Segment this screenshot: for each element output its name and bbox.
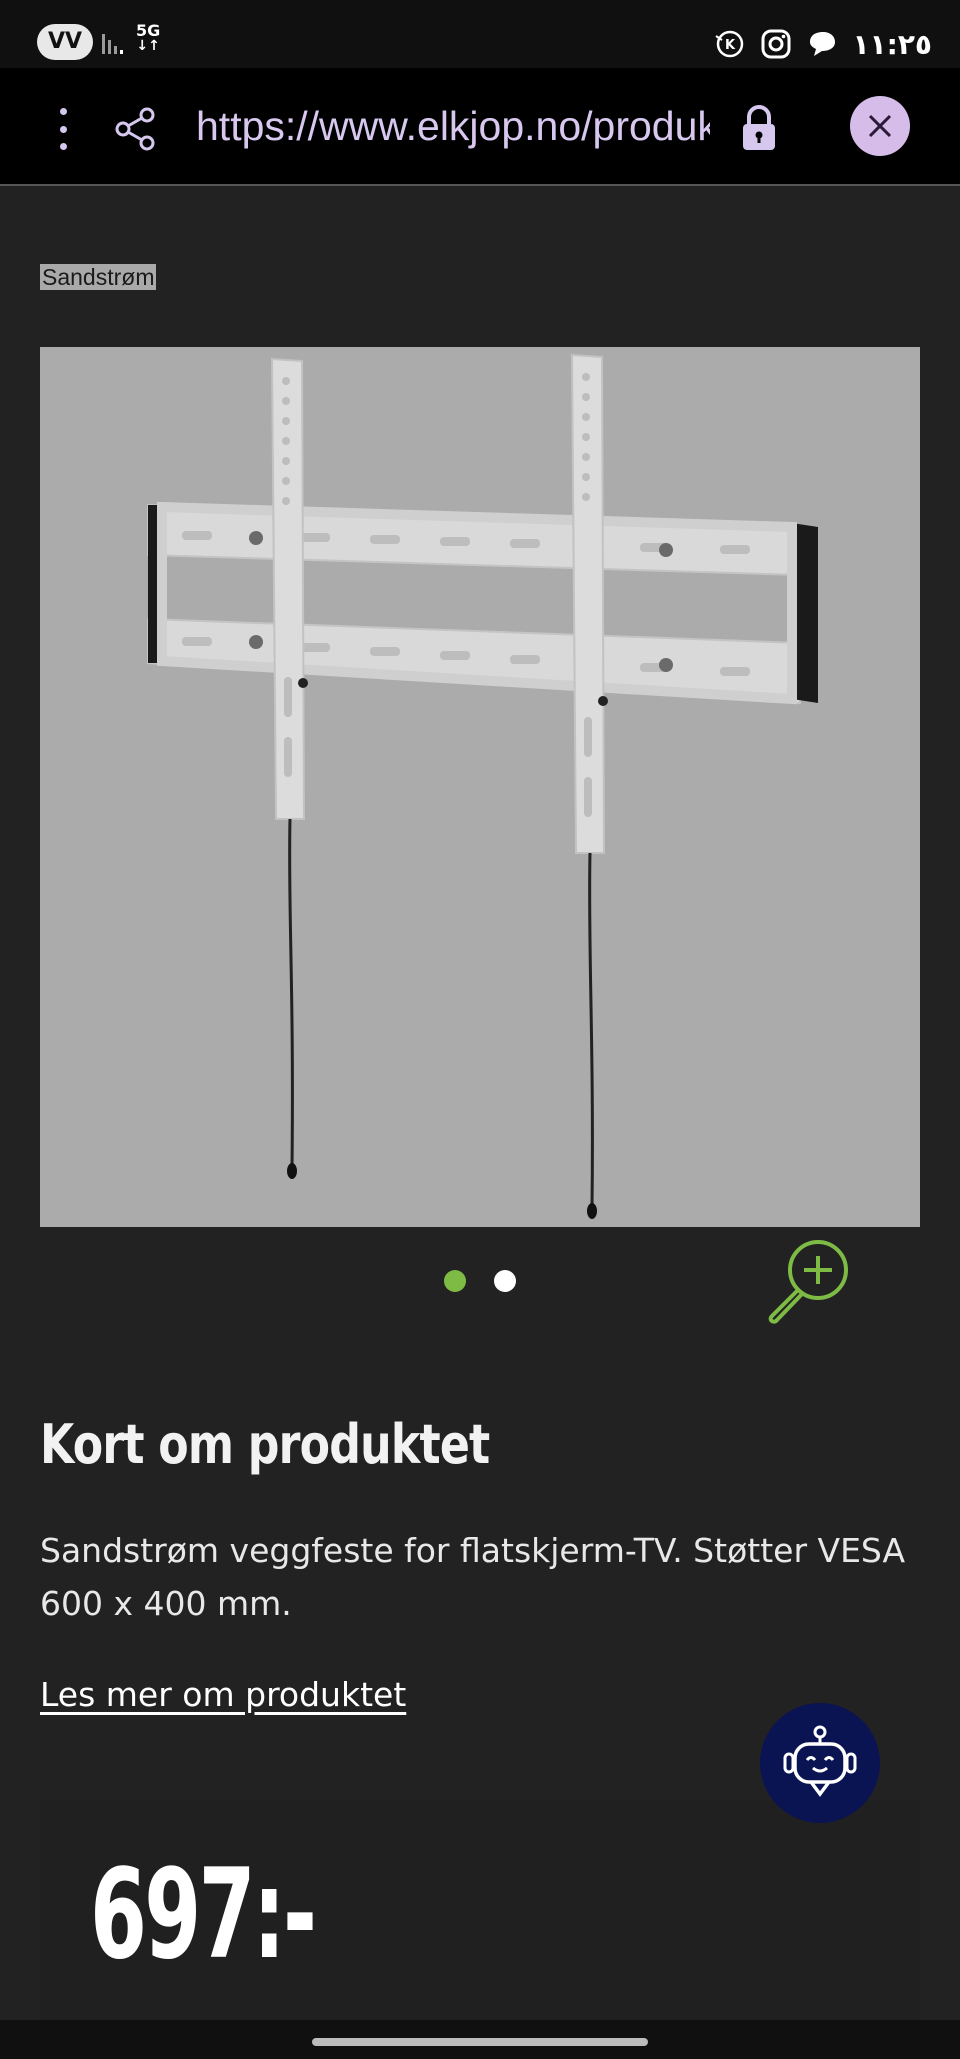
chat-assistant-button[interactable] — [760, 1703, 880, 1823]
network-type: 5G ↓↑ — [136, 21, 161, 54]
product-image[interactable] — [40, 347, 920, 1227]
instagram-icon — [761, 29, 791, 59]
chat-bubble-icon — [810, 32, 836, 56]
signal-icon — [102, 34, 123, 54]
more-vert-icon[interactable] — [48, 104, 78, 154]
image-carousel-dots — [420, 1256, 540, 1306]
share-icon[interactable] — [113, 106, 159, 152]
url-field[interactable]: https://www.elkjop.no/produkt/tv-lyd-og-… — [196, 96, 710, 156]
section-title: Kort om produktet — [40, 1413, 490, 1476]
status-right: K ١١:٢٥ — [714, 26, 932, 62]
home-gesture-handle[interactable] — [312, 2038, 648, 2046]
clock: ١١:٢٥ — [852, 27, 932, 61]
brand-link[interactable]: Sandstrøm — [40, 264, 157, 290]
robot-icon — [783, 1725, 857, 1797]
close-icon[interactable] — [850, 96, 910, 156]
read-more-link[interactable]: Les mer om produktet — [40, 1670, 406, 1720]
browser-url-bar: https://www.elkjop.no/produkt/tv-lyd-og-… — [0, 68, 960, 186]
tv-wall-mount-image — [147, 353, 818, 1219]
svg-text:K: K — [725, 38, 736, 53]
status-bar: VV 5G ↓↑ K ١١:٢٥ — [0, 0, 960, 68]
zoom-in-icon[interactable] — [764, 1232, 856, 1324]
carousel-dot-1[interactable] — [444, 1270, 466, 1292]
carousel-dot-2[interactable] — [494, 1270, 516, 1292]
kaspersky-icon: K — [715, 30, 744, 58]
system-nav-bar — [0, 2020, 960, 2059]
lock-icon[interactable] — [740, 104, 778, 152]
product-description: Sandstrøm veggfeste for flatskjerm-TV. S… — [40, 1531, 906, 1623]
status-pill: VV — [37, 24, 93, 60]
price: 697:- — [90, 1843, 317, 1987]
